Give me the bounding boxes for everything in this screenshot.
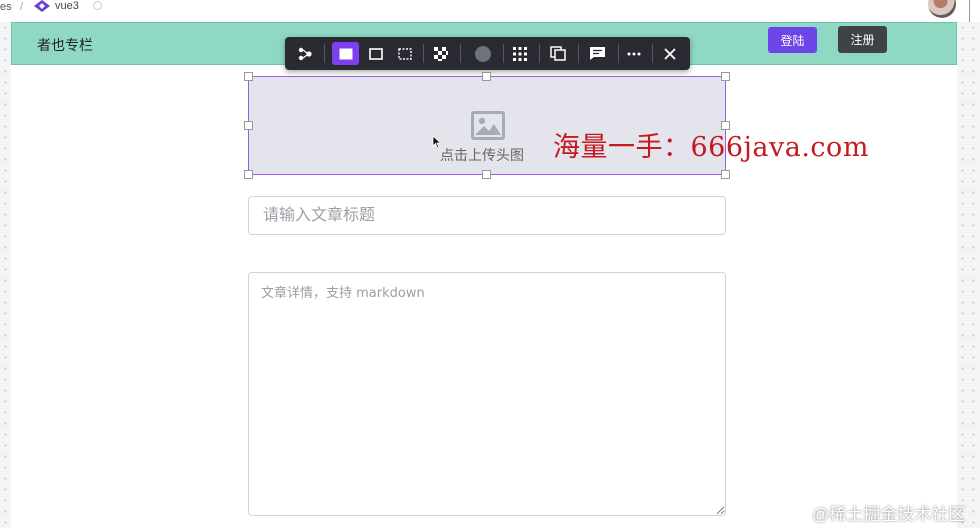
toolbar-divider — [578, 44, 579, 63]
register-button[interactable]: 注册 — [838, 26, 887, 53]
image-icon — [471, 111, 505, 140]
copy-icon[interactable] — [546, 42, 570, 65]
editor-toolbar — [285, 37, 690, 70]
upload-label: 点击上传头图 — [440, 147, 524, 163]
pattern-icon[interactable] — [429, 42, 453, 65]
resize-handle-bottom[interactable] — [482, 170, 491, 179]
avatar[interactable] — [928, 0, 956, 18]
resize-handle-left[interactable] — [244, 121, 253, 130]
resize-handle-top[interactable] — [482, 72, 491, 81]
toolbar-divider — [324, 44, 325, 63]
status-dot-icon — [93, 1, 102, 10]
toolbar-divider — [618, 44, 619, 63]
overlay-watermark: 海量一手：666java.com — [553, 132, 869, 163]
article-content-textarea[interactable] — [248, 272, 726, 516]
toolbar-divider — [460, 44, 461, 63]
fill-solid-icon[interactable] — [332, 42, 359, 65]
breadcrumb-project[interactable]: vue3 — [55, 0, 79, 12]
corner-watermark: @稀土掘金技术社区 — [812, 505, 966, 524]
breadcrumb-separator: / — [20, 1, 24, 13]
login-button[interactable]: 登陆 — [768, 27, 817, 53]
close-icon[interactable] — [658, 42, 682, 65]
border-icon[interactable] — [362, 42, 389, 65]
comment-icon[interactable] — [584, 42, 610, 65]
breadcrumb-fragment[interactable]: es — [0, 1, 12, 13]
canvas-grid-left — [0, 22, 11, 528]
canvas-grid-right — [957, 22, 980, 528]
resize-handle-bottom-left[interactable] — [244, 170, 253, 179]
toolbar-divider — [503, 44, 504, 63]
top-strip: es / vue3 — [0, 0, 980, 22]
resize-handle-bottom-right[interactable] — [721, 170, 730, 179]
toolbar-divider — [423, 44, 424, 63]
resize-handle-top-left[interactable] — [244, 72, 253, 81]
dashed-border-icon[interactable] — [391, 42, 418, 65]
window-edge — [969, 0, 980, 22]
move-icon[interactable] — [293, 42, 317, 65]
vue-logo-icon — [34, 0, 50, 12]
circle-icon[interactable] — [469, 42, 497, 65]
toolbar-divider — [539, 44, 540, 63]
toolbar-divider — [652, 44, 653, 63]
site-brand[interactable]: 者也专栏 — [37, 35, 93, 55]
mouse-cursor-icon — [432, 135, 442, 149]
resize-handle-top-right[interactable] — [721, 72, 730, 81]
more-icon[interactable] — [622, 42, 646, 65]
grid-icon[interactable] — [508, 42, 532, 65]
article-title-input[interactable] — [248, 196, 726, 235]
